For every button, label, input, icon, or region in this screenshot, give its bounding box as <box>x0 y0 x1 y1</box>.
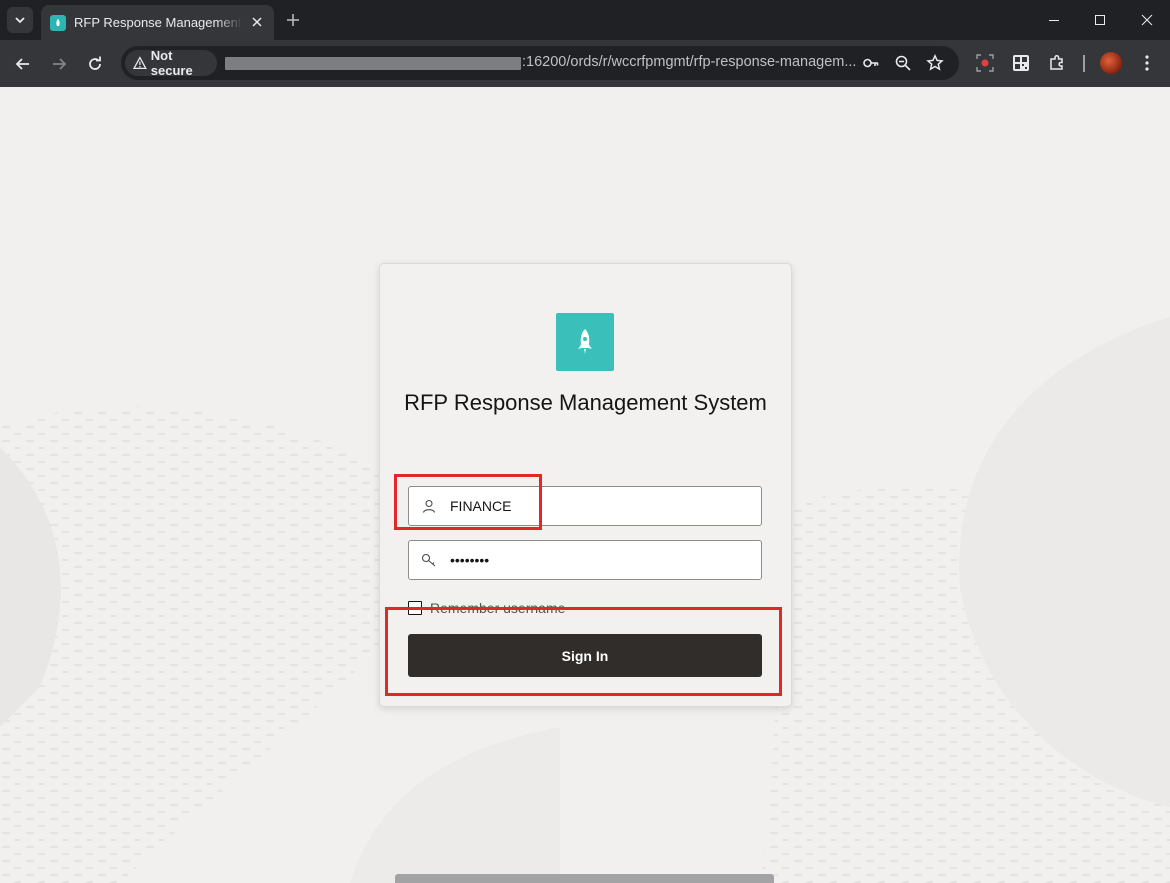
extensions-puzzle-icon[interactable] <box>1047 53 1067 73</box>
redacted-url-host <box>225 57 521 70</box>
address-bar[interactable]: Not secure :16200/ords/r/wccrfpmgmt/rfp-… <box>121 46 959 80</box>
security-label: Not secure <box>150 48 193 78</box>
password-input[interactable] <box>450 541 750 579</box>
username-input[interactable] <box>450 487 750 525</box>
tab-title: RFP Response Management System <box>74 15 242 30</box>
toolbar-separator <box>1083 55 1085 72</box>
warning-triangle-icon <box>133 56 147 70</box>
user-icon <box>422 499 436 513</box>
password-field[interactable] <box>408 540 762 580</box>
kebab-menu-icon[interactable] <box>1137 53 1157 73</box>
browser-tab-active[interactable]: RFP Response Management System <box>41 5 274 40</box>
remember-username-label[interactable]: Remember username <box>430 600 565 616</box>
maximize-window-icon[interactable] <box>1090 10 1110 30</box>
forward-arrow-icon[interactable] <box>49 54 69 74</box>
password-key-icon[interactable] <box>862 54 880 72</box>
browser-toolbar: Not secure :16200/ords/r/wccrfpmgmt/rfp-… <box>0 40 1170 87</box>
username-field[interactable] <box>408 486 762 526</box>
zoom-icon[interactable] <box>894 54 912 72</box>
app-favicon-icon <box>50 14 66 31</box>
login-card: RFP Response Management System Remember … <box>379 263 792 707</box>
browser-tab-strip: RFP Response Management System <box>0 0 1170 40</box>
screen-recorder-extension-icon[interactable] <box>975 53 995 73</box>
app-title: RFP Response Management System <box>404 390 767 415</box>
rocket-icon <box>556 313 614 371</box>
url-text: :16200/ords/r/wccrfpmgmt/rfp-response-ma… <box>522 54 857 70</box>
remember-username-checkbox[interactable] <box>408 601 422 615</box>
close-tab-icon[interactable] <box>250 15 264 29</box>
chevron-down-icon <box>15 17 25 24</box>
minimize-window-icon[interactable] <box>1044 10 1064 30</box>
remember-username-row[interactable]: Remember username <box>408 600 565 616</box>
tab-search-button[interactable] <box>7 7 33 33</box>
profile-avatar[interactable] <box>1100 52 1122 74</box>
reload-icon[interactable] <box>85 54 105 74</box>
bookmark-star-icon[interactable] <box>926 54 944 72</box>
sign-in-button[interactable]: Sign In <box>408 634 762 677</box>
security-indicator[interactable]: Not secure <box>125 48 217 78</box>
new-tab-icon[interactable] <box>284 11 302 29</box>
close-window-icon[interactable] <box>1137 10 1157 30</box>
key-icon <box>421 553 436 567</box>
taskbar-preview-strip <box>395 874 774 883</box>
back-arrow-icon[interactable] <box>13 54 33 74</box>
qr-code-extension-icon[interactable] <box>1011 53 1031 73</box>
